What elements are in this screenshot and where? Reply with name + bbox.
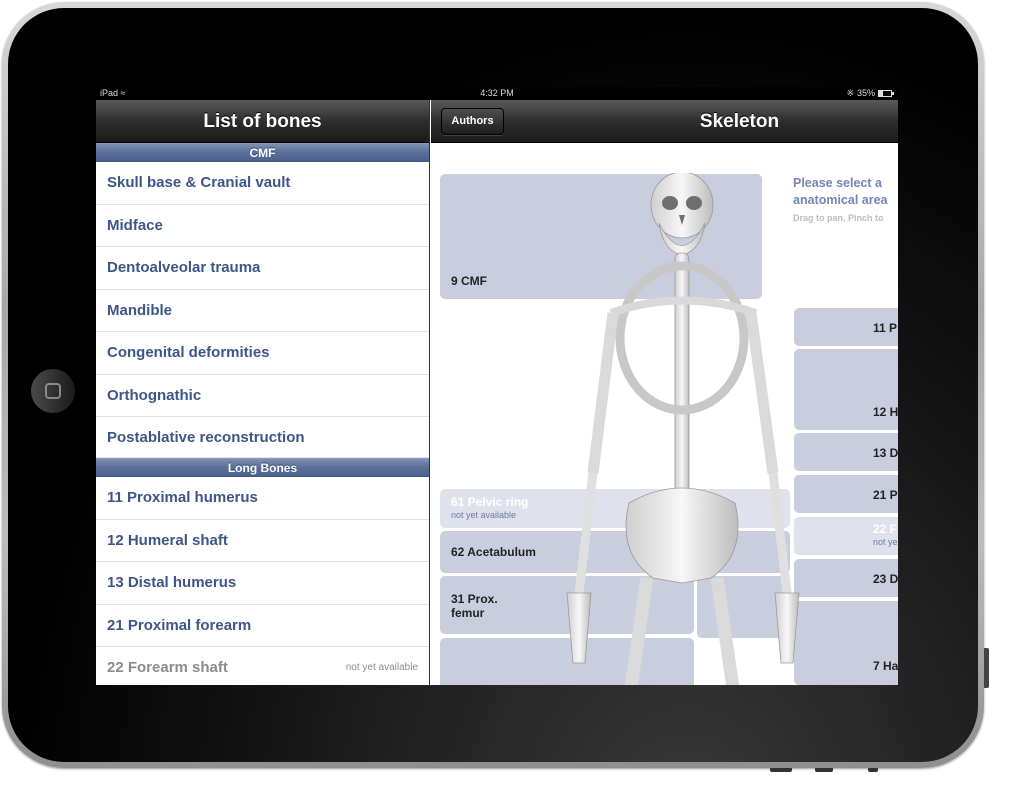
home-button[interactable] <box>31 369 75 413</box>
list-item[interactable]: 12 Humeral shaft <box>96 520 429 562</box>
region-label: 11 P <box>873 321 898 335</box>
region-label: 21 P <box>873 488 898 502</box>
side-button <box>984 648 989 688</box>
list-item[interactable]: 13 Distal humerus <box>96 562 429 605</box>
item-label: 22 Forearm shaft <box>107 659 228 677</box>
left-femur <box>624 577 654 685</box>
item-label: 11 Proximal humerus <box>107 489 258 507</box>
right-humerus <box>745 312 779 474</box>
region-label: 61 Pelvic ring <box>451 495 529 509</box>
detail-title: Skeleton <box>699 111 780 132</box>
status-time: 4:32 PM <box>480 88 514 98</box>
right-femur <box>710 577 740 685</box>
authors-button[interactable]: Authors <box>441 108 504 135</box>
skeleton-canvas[interactable]: 9 CMF Please select a anatomical area Dra… <box>431 143 898 685</box>
master-navbar: List of bones <box>96 100 429 143</box>
region-label: 12 H <box>873 405 898 419</box>
list-item[interactable]: Dentoalveolar trauma <box>96 247 429 290</box>
item-label: Postablative reconstruction <box>107 428 305 446</box>
item-label: Skull base & Cranial vault <box>107 174 291 192</box>
right-hand <box>774 592 800 664</box>
item-label: Congenital deformities <box>107 344 270 362</box>
speaker-grille <box>815 768 833 772</box>
list-item[interactable]: Mandible <box>96 290 429 332</box>
home-square-icon <box>45 383 61 399</box>
battery-percent: 35% <box>856 88 875 98</box>
left-forearm <box>574 472 598 594</box>
bone-list[interactable]: CMF Skull base & Cranial vault Midface D… <box>96 143 429 685</box>
region-label: 22 F <box>873 522 898 536</box>
spine <box>674 252 690 499</box>
status-bar: iPad ≈ 4:32 PM ※ 35% <box>96 87 898 100</box>
list-item[interactable]: 21 Proximal forearm <box>96 605 429 647</box>
dock-connector <box>770 768 792 772</box>
item-label: 21 Proximal forearm <box>107 616 252 634</box>
status-right: ※ 35% <box>846 87 894 100</box>
bluetooth-icon: ※ <box>846 88 854 98</box>
list-item[interactable]: Midface <box>96 205 429 247</box>
region-label: 13 D <box>873 446 898 460</box>
region-sublabel: not ye <box>873 537 898 547</box>
speaker-grille-2 <box>868 768 878 772</box>
list-item[interactable]: Skull base & Cranial vault <box>96 162 429 205</box>
list-item[interactable]: Congenital deformities <box>96 332 429 375</box>
bone-list-pane: List of bones CMF Skull base & Cranial v… <box>96 100 430 685</box>
not-available-badge: not yet available <box>345 662 418 674</box>
region-label: 9 CMF <box>451 274 487 288</box>
left-hand <box>566 592 592 664</box>
detail-navbar: Authors Skeleton <box>431 100 898 143</box>
item-label: Mandible <box>107 301 173 319</box>
section-header-cmf: CMF <box>96 143 429 162</box>
left-humerus <box>587 312 619 474</box>
region-sublabel: not yet available <box>451 510 517 520</box>
item-label: Dentoalveolar trauma <box>107 259 261 277</box>
skeleton-pane: Authors Skeleton 9 CMF Please select a an… <box>431 100 898 685</box>
skeleton-illustration <box>566 173 800 685</box>
list-item-disabled[interactable]: 22 Forearm shaft not yet available <box>96 647 429 685</box>
region-label: 23 D <box>873 572 898 586</box>
pelvis <box>625 487 739 584</box>
region-label: 62 Acetabulum <box>451 545 536 559</box>
right-forearm <box>768 472 792 594</box>
item-label: Orthognathic <box>107 386 202 404</box>
list-item[interactable]: 11 Proximal humerus <box>96 477 429 520</box>
item-label: 13 Distal humerus <box>107 574 237 592</box>
region-label: 7 Ha <box>873 659 898 673</box>
region-label: 31 Prox. femur <box>451 592 498 620</box>
item-label: 12 Humeral shaft <box>107 531 228 549</box>
list-item[interactable]: Postablative reconstruction <box>96 417 429 458</box>
master-title: List of bones <box>203 111 322 132</box>
item-label: Midface <box>107 216 163 234</box>
list-item[interactable]: Orthognathic <box>96 375 429 417</box>
section-header-long-bones: Long Bones <box>96 458 429 477</box>
battery-icon <box>878 90 894 97</box>
screen: iPad ≈ 4:32 PM ※ 35% List of bones CMF S… <box>96 87 898 685</box>
